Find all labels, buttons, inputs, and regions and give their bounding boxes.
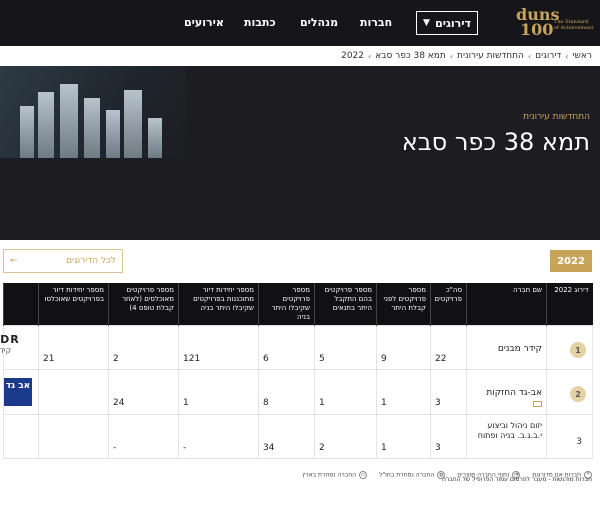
rank-cell: 2 xyxy=(546,369,593,415)
year-selector[interactable]: 2022 xyxy=(550,250,592,272)
col-header-units-occupied: מספר יחידות דיור בפרויקטים שאוכלסו xyxy=(38,283,109,326)
table-row[interactable]: 1 קידר מבנים 22 9 5 6 121 2 21 KEDDR קיד… xyxy=(0,325,593,370)
flag-icon: ▭ xyxy=(359,471,368,479)
logo-tagline: The Standard of Achievement xyxy=(554,19,594,31)
rank-number: 3 xyxy=(576,437,582,447)
conditional-permit: 1 xyxy=(314,369,377,415)
breadcrumb-home[interactable]: ראשי xyxy=(573,51,593,61)
permit: 8 xyxy=(258,369,315,415)
breadcrumb-kfar-saba[interactable]: תמא 38 כפר סבא xyxy=(375,51,446,61)
permit: 6 xyxy=(258,325,315,370)
logo-number: 100 xyxy=(520,20,554,39)
hero-buildings-image xyxy=(0,66,186,158)
table-row[interactable]: 3 יזום ניהול וביצוע י.ב.ג.ב. בניה ופתוח … xyxy=(3,414,593,459)
legend-note: חברות מודגשות - מעבר לפרסום עמוד הפרופיל… xyxy=(441,476,592,483)
before-permit: 1 xyxy=(376,414,431,459)
duns100-logo[interactable]: duns 100 The Standard of Achievement xyxy=(516,7,594,41)
col-header-occupied: מספר פרויקטים מאוכלסים (לאחר קבלת טופס 4… xyxy=(108,283,179,326)
units-occupied xyxy=(38,414,109,459)
hero-banner: התחדשות עירונית תמא 38 כפר סבא xyxy=(0,66,600,240)
units-planned: - xyxy=(178,414,259,459)
rankings-dropdown-label: דירוגים xyxy=(435,16,471,30)
kedar-logo-hebrew: קידר מבנים xyxy=(0,346,12,355)
top-navbar: duns 100 The Standard of Achievement ▼ ד… xyxy=(0,0,600,46)
col-header-total: סה"כ פרויקטים xyxy=(430,283,467,326)
all-rankings-label: לכל הדירוגים xyxy=(66,256,116,266)
breadcrumb-rankings[interactable]: דירוגים xyxy=(535,51,561,61)
company-name-cell[interactable]: אב-גד החזקות xyxy=(466,369,547,415)
chevron-down-icon: ▼ xyxy=(423,18,430,28)
col-header-rank: דירוג 2022 xyxy=(546,283,593,326)
rank-badge: 1 xyxy=(570,342,586,358)
units-occupied: 21 xyxy=(38,325,109,370)
rank-cell: 3 xyxy=(546,414,593,459)
units-planned: 1 xyxy=(178,369,259,415)
before-permit: 9 xyxy=(376,325,431,370)
col-header-company: שם חברה xyxy=(466,283,547,326)
occupied-projects: 24 xyxy=(108,369,179,415)
breadcrumb-urban-renewal[interactable]: התחדשות עירונית xyxy=(457,51,524,61)
before-permit: 1 xyxy=(376,369,431,415)
company-name[interactable]: יזום ניהול וביצוע י.ב.ג.ב. בניה ופתוח xyxy=(466,414,547,459)
col-header-before-permit: מספר פרויקטים לפני קבלת היתר xyxy=(376,283,431,326)
legend-item: ▭החברה נסחרת בארץ xyxy=(302,471,368,479)
col-header-logo xyxy=(3,283,39,326)
breadcrumb-separator-icon: › xyxy=(527,51,532,61)
hero-category: התחדשות עירונית xyxy=(523,112,590,122)
permit: 34 xyxy=(258,414,315,459)
legend-item: ◍החברה נסחרת בחו"ל xyxy=(379,471,446,479)
breadcrumb-year: 2022 xyxy=(341,51,365,61)
company-logo-cell[interactable]: KEDDR קידר מבנים xyxy=(0,325,39,370)
page-title: תמא 38 כפר סבא xyxy=(401,128,590,156)
abgad-logo: אב גד xyxy=(4,378,32,406)
nav-articles[interactable]: כתבות xyxy=(244,16,276,29)
company-name[interactable]: קידר מבנים xyxy=(466,325,547,370)
nav-managers[interactable]: מנהלים xyxy=(300,16,338,29)
company-name[interactable]: אב-גד החזקות xyxy=(471,388,542,398)
total-projects: 3 xyxy=(430,414,467,459)
arrow-left-icon: ← xyxy=(10,256,18,266)
nav-events[interactable]: אירועים xyxy=(184,16,224,29)
legend-label: החברה נסחרת בחו"ל xyxy=(379,471,435,479)
units-planned: 121 xyxy=(178,325,259,370)
rank-cell: 1 xyxy=(546,325,593,370)
kedar-logo: KEDDR קידר מבנים xyxy=(0,334,32,360)
col-header-permit: מספר פרויקטים שקיבלו היתר בניה xyxy=(258,283,315,326)
ranking-table: דירוג 2022 שם חברה סה"כ פרויקטים מספר פר… xyxy=(0,283,593,459)
conditional-permit: 2 xyxy=(314,414,377,459)
kedar-logo-word: KEDDR xyxy=(0,333,20,346)
col-header-conditional-permit: מספר פרויקטים בהם התקבל היתר בתנאים xyxy=(314,283,377,326)
rank-badge: 2 xyxy=(570,386,586,402)
rankings-dropdown[interactable]: ▼ דירוגים xyxy=(416,11,478,35)
col-header-units-planned: מספר יחידות דיור מתוכננות בפרויקטים שקיב… xyxy=(178,283,259,326)
breadcrumb-separator-icon: › xyxy=(368,51,372,61)
occupied-projects: - xyxy=(108,414,179,459)
total-projects: 22 xyxy=(430,325,467,370)
nav-companies[interactable]: חברות xyxy=(360,16,392,29)
table-row[interactable]: 2 אב-גד החזקות 3 1 1 8 1 24 אב גד xyxy=(3,369,593,415)
total-projects: 3 xyxy=(430,369,467,415)
conditional-permit: 5 xyxy=(314,325,377,370)
breadcrumb-separator-icon: › xyxy=(449,51,454,61)
occupied-projects: 2 xyxy=(108,325,179,370)
israel-traded-flag-icon xyxy=(533,400,542,407)
breadcrumb: ראשי › דירוגים › התחדשות עירונית › תמא 3… xyxy=(0,46,600,66)
breadcrumb-separator-icon: › xyxy=(565,51,569,61)
legend-label: החברה נסחרת בארץ xyxy=(302,471,357,479)
units-occupied xyxy=(38,369,109,415)
company-logo-cell xyxy=(3,414,39,459)
all-rankings-button[interactable]: לכל הדירוגים ← xyxy=(3,249,123,273)
table-header-row: דירוג 2022 שם חברה סה"כ פרויקטים מספר פר… xyxy=(3,283,593,326)
company-logo-cell[interactable]: אב גד xyxy=(3,369,39,415)
